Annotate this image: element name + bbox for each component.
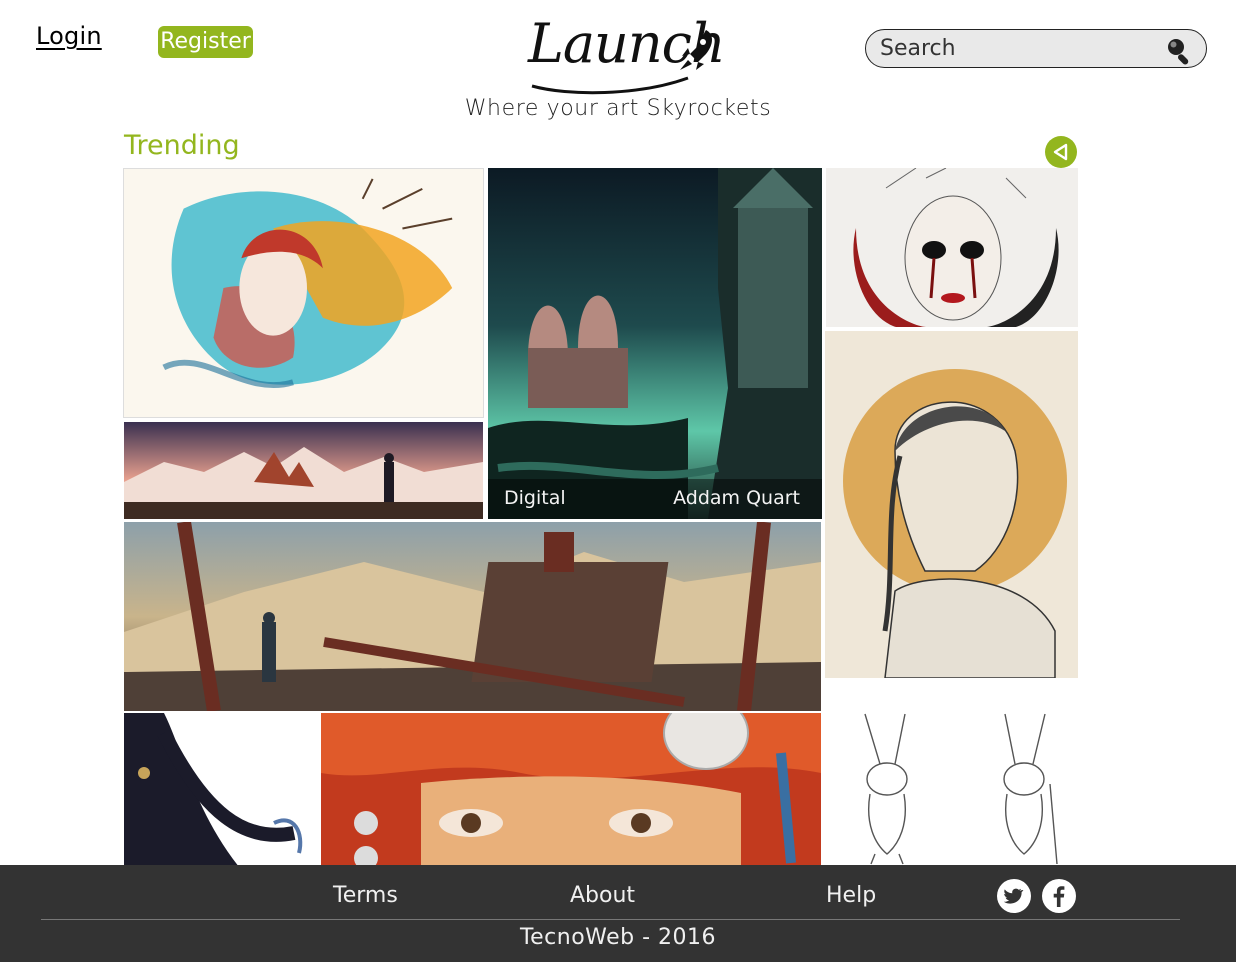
- artwork-mask-sketch[interactable]: [826, 168, 1078, 327]
- artwork-author[interactable]: Addam Quart: [673, 487, 800, 509]
- artwork-wasteland[interactable]: [124, 522, 821, 711]
- artwork-hover-overlay: Digital Addam Quart: [488, 479, 822, 519]
- artwork-image: [825, 331, 1078, 678]
- footer-divider: [41, 919, 1180, 920]
- facebook-link[interactable]: [1042, 879, 1076, 913]
- artwork-image: [124, 422, 483, 519]
- artwork-image: [124, 169, 483, 417]
- artwork-image: [825, 704, 1078, 873]
- footer-help-link[interactable]: Help: [826, 883, 876, 908]
- footer-about-link[interactable]: About: [570, 883, 635, 908]
- artwork-image: [488, 168, 822, 519]
- artwork-image: [124, 713, 320, 873]
- artwork-rabbit-sketch[interactable]: [825, 704, 1078, 873]
- triangle-left-icon: [1053, 143, 1068, 161]
- footer: Terms About Help TecnoWeb - 2016: [0, 865, 1236, 962]
- artwork-category: Digital: [504, 487, 566, 509]
- twitter-link[interactable]: [997, 879, 1031, 913]
- copyright: TecnoWeb - 2016: [519, 925, 717, 950]
- facebook-icon: [1053, 886, 1065, 907]
- artwork-girl-profile[interactable]: [825, 331, 1078, 678]
- logo[interactable]: Launch: [528, 8, 726, 95]
- login-link[interactable]: Login: [36, 22, 102, 50]
- artwork-dark-witch[interactable]: [124, 713, 320, 873]
- search-icon[interactable]: [1164, 35, 1194, 65]
- artwork-image: [826, 168, 1078, 327]
- footer-terms-link[interactable]: Terms: [333, 883, 398, 908]
- artwork-fantasy-castle[interactable]: Digital Addam Quart: [488, 168, 822, 519]
- trending-back-button[interactable]: [1045, 136, 1077, 168]
- artwork-image: [321, 713, 821, 873]
- trending-title: Trending: [124, 130, 240, 161]
- artwork-watercolor-portrait[interactable]: [123, 168, 484, 418]
- search-box[interactable]: [865, 29, 1207, 68]
- artwork-mountain-sunset[interactable]: [124, 422, 483, 519]
- artwork-image: [124, 522, 821, 711]
- register-button[interactable]: Register: [158, 26, 253, 58]
- tagline: Where your art Skyrockets: [464, 96, 772, 121]
- artwork-painted-face[interactable]: [321, 713, 821, 873]
- search-input[interactable]: [880, 34, 1160, 63]
- logo-swoosh: [531, 76, 689, 95]
- twitter-icon: [1003, 888, 1024, 904]
